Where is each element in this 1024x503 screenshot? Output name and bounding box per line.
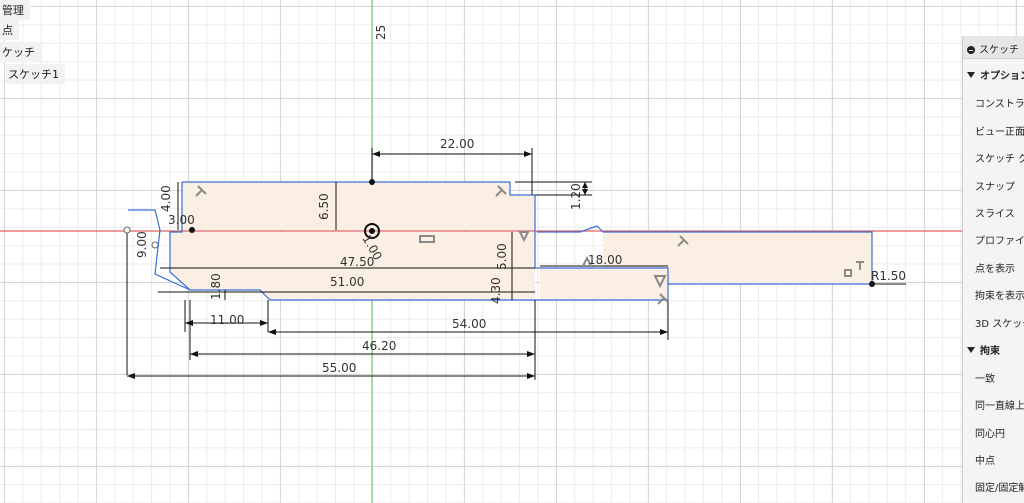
option-snap[interactable]: スナップ — [975, 178, 1015, 193]
dim-46-20[interactable]: 46.20 — [362, 339, 396, 353]
profile-fills — [170, 182, 872, 300]
dim-51-00[interactable]: 51.00 — [330, 275, 364, 289]
dim-22-00[interactable]: 22.00 — [440, 137, 474, 151]
sketch-palette: スケッチ オプション コンストラ ビュー正面 スケッチ グ スナップ スライス … — [962, 36, 1024, 503]
option-show-constraints[interactable]: 拘束を表示 — [975, 287, 1024, 302]
dim-47-50[interactable]: 47.50 — [340, 255, 374, 269]
constraint-concentric[interactable]: 同心円 — [975, 425, 1005, 440]
options-section-label: オプション — [980, 71, 1024, 82]
constraint-collinear[interactable]: 同一直線上 — [975, 397, 1024, 412]
collapse-triangle-icon — [967, 347, 975, 353]
option-look-at[interactable]: ビュー正面 — [975, 123, 1024, 138]
constraints-section-label: 拘束 — [980, 346, 1000, 357]
constraint-midpoint[interactable]: 中点 — [975, 452, 995, 467]
sketch-canvas[interactable]: 25 22.00 1.20 6.50 4.00 3.00 9.00 1.00 5… — [0, 0, 1024, 503]
dim-18-00[interactable]: 18.00 — [588, 253, 622, 267]
palette-title-row: スケッチ — [963, 41, 1019, 56]
options-section-header[interactable]: オプション — [967, 67, 1024, 82]
dim-6-50[interactable]: 6.50 — [317, 193, 331, 220]
dim-55-00[interactable]: 55.00 — [322, 361, 356, 375]
constraint-fix-unfix[interactable]: 固定/固定解 — [975, 479, 1024, 494]
option-3d-sketch[interactable]: 3D スケッチ — [975, 315, 1024, 330]
dim-54-00[interactable]: 54.00 — [452, 317, 486, 331]
dim-1-80[interactable]: 1.80 — [209, 273, 223, 300]
dim-1-20[interactable]: 1.20 — [569, 183, 583, 210]
dim-9-00[interactable]: 9.00 — [135, 231, 149, 258]
dim-11-00[interactable]: 11.00 — [210, 313, 244, 327]
option-show-points[interactable]: 点を表示 — [975, 260, 1015, 275]
minus-circle-icon[interactable] — [967, 46, 975, 54]
dim-r1-50[interactable]: R1.50 — [871, 269, 906, 283]
palette-header[interactable]: スケッチ — [963, 36, 1024, 59]
option-sketch-grid[interactable]: スケッチ グ — [975, 150, 1024, 165]
axis-label: 25 — [374, 25, 388, 40]
option-slice[interactable]: スライス — [975, 205, 1015, 220]
dim-4-00[interactable]: 4.00 — [159, 185, 173, 212]
dim-4-30[interactable]: 4.30 — [489, 277, 503, 304]
constraints-section-header[interactable]: 拘束 — [967, 342, 1000, 357]
dim-3-00[interactable]: 3.00 — [168, 213, 195, 227]
option-construction[interactable]: コンストラ — [975, 95, 1024, 110]
option-profile[interactable]: プロファイル — [975, 232, 1024, 247]
dim-5-00[interactable]: 5.00 — [495, 243, 509, 270]
collapse-triangle-icon — [967, 72, 975, 78]
palette-title: スケッチ — [979, 45, 1019, 56]
constraint-coincident[interactable]: 一致 — [975, 370, 995, 385]
